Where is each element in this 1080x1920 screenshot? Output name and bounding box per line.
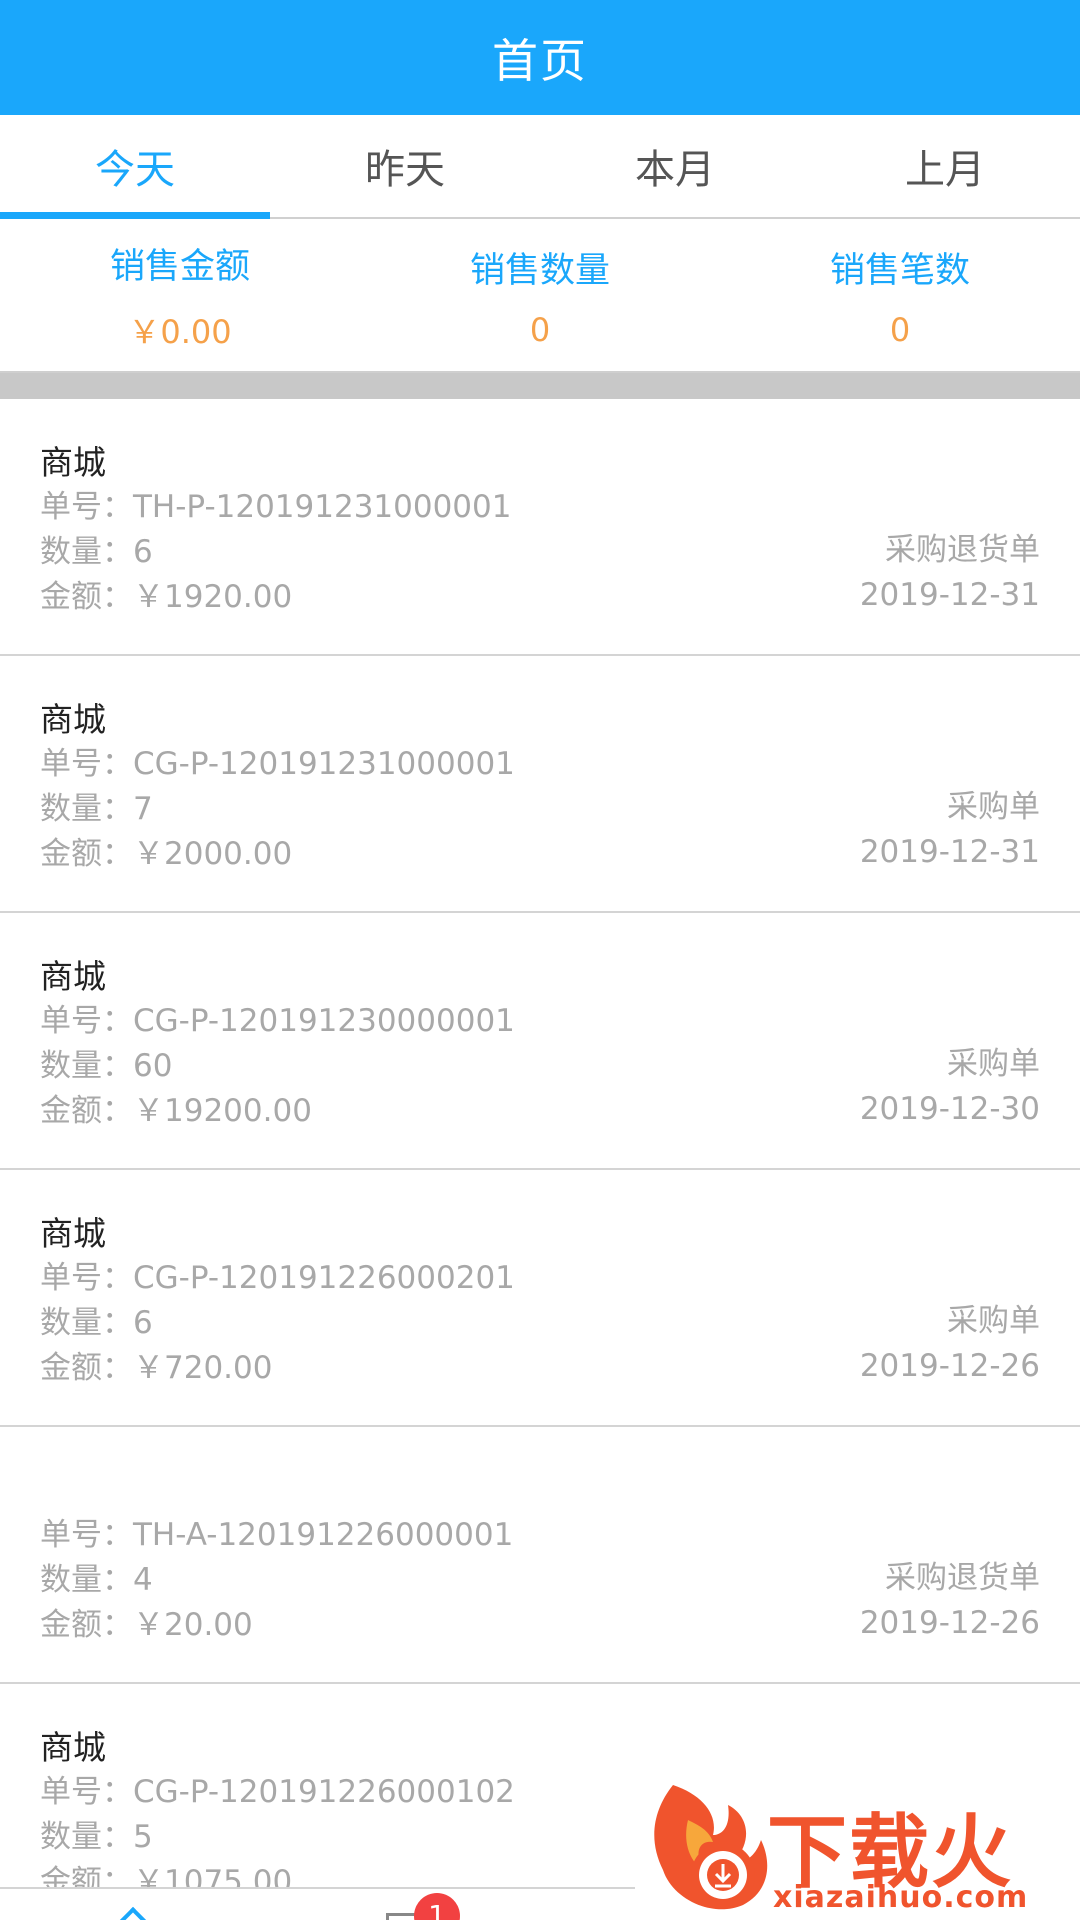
page-title: 首页 [492, 33, 588, 88]
order-number: 单号：CG-P-120191231000001 [40, 746, 515, 782]
order-meta: 采购单 2019-12-31 [860, 785, 1040, 875]
stat-sales-amount: 销售金额 ￥0.00 [0, 219, 360, 371]
stat-label: 销售笔数 [829, 250, 970, 291]
order-type: 采购单 [947, 789, 1040, 825]
stat-label: 销售数量 [469, 250, 610, 291]
app-header: 首页 [0, 0, 1080, 115]
date-range-tabs: 今天 昨天 本月 上月 [0, 115, 1080, 219]
order-number: 单号：CG-P-120191230000001 [40, 1003, 515, 1039]
home-icon[interactable] [118, 1906, 148, 1920]
flame-logo-icon [654, 1785, 768, 1910]
tab-today[interactable]: 今天 [0, 115, 270, 219]
sales-summary: 销售金额 ￥0.00 销售数量 0 销售笔数 0 [0, 219, 1080, 373]
stat-sales-count: 销售笔数 0 [720, 219, 1080, 371]
order-number: 单号：TH-A-120191226000001 [40, 1517, 514, 1553]
order-shop: 商城 [40, 700, 106, 739]
order-number: 单号：TH-P-120191231000001 [40, 489, 512, 525]
stat-value: 0 [529, 310, 551, 349]
order-type: 采购单 [947, 1303, 1040, 1339]
order-date: 2019-12-26 [859, 1348, 1040, 1384]
watermark-domain: xiazaihuo.com [773, 1880, 1029, 1915]
tab-last-month[interactable]: 上月 [810, 115, 1080, 217]
tab-this-month[interactable]: 本月 [540, 115, 810, 217]
order-date: 2019-12-31 [859, 834, 1040, 870]
order-type: 采购单 [947, 1046, 1040, 1082]
order-shop: 商城 [40, 443, 106, 482]
order-meta: 采购单 2019-12-26 [860, 1299, 1040, 1389]
order-shop: 商城 [40, 957, 106, 996]
order-date: 2019-12-30 [859, 1091, 1040, 1127]
order-meta: 采购退货单 2019-12-26 [860, 1556, 1040, 1646]
order-date: 2019-12-26 [859, 1605, 1040, 1641]
order-shop: 商城 [40, 1728, 106, 1767]
order-list[interactable]: 商城 单号：TH-P-120191231000001 数量：6 金额：￥1920… [0, 399, 1080, 1887]
order-item[interactable]: 商城 单号：CG-P-120191230000001 数量：60 金额：￥192… [0, 913, 1080, 1170]
order-shop [40, 1469, 1040, 1513]
stat-sales-quantity: 销售数量 0 [360, 219, 720, 371]
order-item[interactable]: 单号：TH-A-120191226000001 数量：4 金额：￥20.00 采… [0, 1427, 1080, 1684]
order-type: 采购退货单 [885, 1560, 1040, 1596]
notification-badge: 1 [414, 1893, 460, 1920]
order-number: 单号：CG-P-120191226000201 [40, 1260, 515, 1296]
stat-value: ￥0.00 [128, 312, 232, 351]
watermark-logo: 下载火 xiazaihuo.com [635, 1780, 1080, 1920]
order-item[interactable]: 商城 单号：TH-P-120191231000001 数量：6 金额：￥1920… [0, 399, 1080, 656]
order-type: 采购退货单 [885, 532, 1040, 568]
order-meta: 采购退货单 2019-12-31 [860, 528, 1040, 618]
order-item[interactable]: 商城 单号：CG-P-120191226000201 数量：6 金额：￥720.… [0, 1170, 1080, 1427]
order-date: 2019-12-31 [859, 577, 1040, 613]
section-divider [0, 373, 1080, 399]
stat-value: 0 [889, 310, 911, 349]
tab-yesterday[interactable]: 昨天 [270, 115, 540, 217]
order-shop: 商城 [40, 1214, 106, 1253]
order-meta: 采购单 2019-12-30 [860, 1042, 1040, 1132]
stat-label: 销售金额 [109, 246, 250, 287]
order-item[interactable]: 商城 单号：CG-P-120191231000001 数量：7 金额：￥2000… [0, 656, 1080, 913]
